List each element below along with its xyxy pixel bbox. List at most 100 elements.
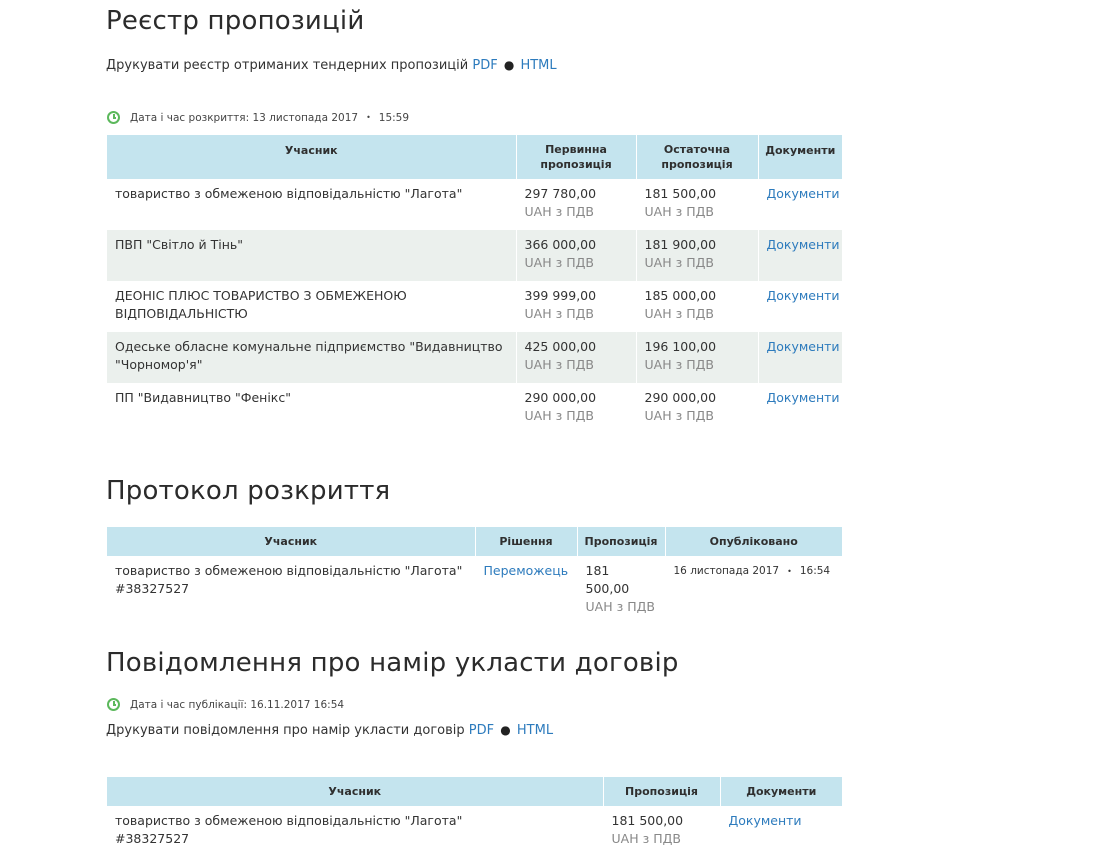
participant-cell: товариство з обмеженою відповідальністю … xyxy=(107,556,476,622)
amount: 181 500,00 xyxy=(644,186,717,201)
participant-name: ПВП "Світло й Тінь" xyxy=(107,230,517,281)
registry-title: Реєстр пропозицій xyxy=(106,6,365,36)
notice-print-text: Друкувати повідомлення про намір укласти… xyxy=(106,723,465,738)
amount: 297 780,00 xyxy=(524,186,597,201)
initial-offer: 399 999,00 UAH з ПДВ xyxy=(516,281,637,332)
bullet-icon: ● xyxy=(500,723,511,737)
offer-cell: 181 500,00 UAH з ПДВ xyxy=(603,806,721,857)
publication-datetime: Дата і час публікації: 16.11.2017 16:54 xyxy=(107,698,344,711)
col-documents: Документи xyxy=(758,135,842,179)
opening-date-label: Дата і час розкриття: 13 листопада 2017 xyxy=(130,111,359,124)
currency: UAH з ПДВ xyxy=(644,357,714,372)
amount: 290 000,00 xyxy=(644,390,717,405)
participant-name: товариство з обмеженою відповідальністю … xyxy=(115,563,463,578)
offer-cell: 181 500,00 UAH з ПДВ xyxy=(577,556,666,622)
currency: UAH з ПДВ xyxy=(524,204,594,219)
notice-header-row: Учасник Пропозиція Документи xyxy=(107,777,842,806)
documents-link[interactable]: Документи xyxy=(767,390,840,405)
currency: UAH з ПДВ xyxy=(644,408,714,423)
final-offer: 181 900,00 UAH з ПДВ xyxy=(636,230,759,281)
currency: UAH з ПДВ xyxy=(524,357,594,372)
participant-name: ДЕОНІС ПЛЮС ТОВАРИСТВО З ОБМЕЖЕНОЮ ВІДПО… xyxy=(107,281,517,332)
amount: 181 900,00 xyxy=(644,237,717,252)
clock-icon xyxy=(107,698,120,711)
documents-link[interactable]: Документи xyxy=(729,813,802,828)
initial-offer: 290 000,00 UAH з ПДВ xyxy=(516,383,637,434)
col-initial-offer: Первинна пропозиція xyxy=(516,135,637,179)
documents-link[interactable]: Документи xyxy=(767,237,840,252)
initial-offer: 425 000,00 UAH з ПДВ xyxy=(516,332,637,383)
final-offer: 185 000,00 UAH з ПДВ xyxy=(636,281,759,332)
amount: 366 000,00 xyxy=(524,237,597,252)
winner-link[interactable]: Переможець xyxy=(484,563,569,578)
separator-dot: • xyxy=(787,567,792,576)
registry-print-line: Друкувати реєстр отриманих тендерних про… xyxy=(106,58,557,73)
amount: 425 000,00 xyxy=(524,339,597,354)
decision-cell: Переможець xyxy=(475,556,578,622)
notice-table: Учасник Пропозиція Документи товариство … xyxy=(107,777,842,857)
bullet-icon: ● xyxy=(503,58,515,72)
currency: UAH з ПДВ xyxy=(524,306,594,321)
documents-cell: Документи xyxy=(758,179,842,230)
currency: UAH з ПДВ xyxy=(644,306,714,321)
notice-html-link[interactable]: HTML xyxy=(517,723,553,738)
documents-link[interactable]: Документи xyxy=(767,186,840,201)
participant-code: #38327527 xyxy=(115,581,190,596)
notice-print-line: Друкувати повідомлення про намір укласти… xyxy=(106,723,553,738)
notice-pdf-link[interactable]: PDF xyxy=(469,723,494,738)
publication-date-label: Дата і час публікації: 16.11.2017 16:54 xyxy=(130,698,345,711)
registry-html-link[interactable]: HTML xyxy=(520,58,556,73)
table-row: ДЕОНІС ПЛЮС ТОВАРИСТВО З ОБМЕЖЕНОЮ ВІДПО… xyxy=(107,281,842,332)
documents-link[interactable]: Документи xyxy=(767,339,840,354)
col-decision: Рішення xyxy=(475,527,578,556)
final-offer: 181 500,00 UAH з ПДВ xyxy=(636,179,759,230)
currency: UAH з ПДВ xyxy=(524,255,594,270)
currency: UAH з ПДВ xyxy=(524,408,594,423)
currency: UAH з ПДВ xyxy=(611,831,681,846)
col-documents: Документи xyxy=(720,777,842,806)
col-offer: Пропозиція xyxy=(577,527,666,556)
table-row: товариство з обмеженою відповідальністю … xyxy=(107,179,842,230)
documents-link[interactable]: Документи xyxy=(767,288,840,303)
opening-datetime: Дата і час розкриття: 13 листопада 2017 … xyxy=(107,111,409,124)
amount: 185 000,00 xyxy=(644,288,717,303)
col-published: Опубліковано xyxy=(665,527,842,556)
col-participant: Учасник xyxy=(107,527,476,556)
participant-cell: товариство з обмеженою відповідальністю … xyxy=(107,806,604,857)
documents-cell: Документи xyxy=(758,281,842,332)
published-cell: 16 листопада 2017 • 16:54 xyxy=(665,556,842,622)
registry-table: Учасник Первинна пропозиція Остаточна пр… xyxy=(107,135,842,434)
currency: UAH з ПДВ xyxy=(585,599,655,614)
table-row: товариство з обмеженою відповідальністю … xyxy=(107,806,842,857)
participant-name: товариство з обмеженою відповідальністю … xyxy=(107,179,517,230)
documents-cell: Документи xyxy=(720,806,842,857)
participant-name: товариство з обмеженою відповідальністю … xyxy=(115,813,463,828)
col-participant: Учасник xyxy=(107,135,517,179)
registry-pdf-link[interactable]: PDF xyxy=(472,58,497,73)
participant-name: Одеське обласне комунальне підприємство … xyxy=(107,332,517,383)
col-participant: Учасник xyxy=(107,777,604,806)
currency: UAH з ПДВ xyxy=(644,204,714,219)
amount: 196 100,00 xyxy=(644,339,717,354)
documents-cell: Документи xyxy=(758,332,842,383)
participant-name: ПП "Видавництво "Фенікс" xyxy=(107,383,517,434)
initial-offer: 297 780,00 UAH з ПДВ xyxy=(516,179,637,230)
final-offer: 196 100,00 UAH з ПДВ xyxy=(636,332,759,383)
registry-print-text: Друкувати реєстр отриманих тендерних про… xyxy=(106,58,469,73)
participant-code: #38327527 xyxy=(115,831,190,846)
table-row: ПП "Видавництво "Фенікс" 290 000,00 UAH з… xyxy=(107,383,842,434)
amount: 181 500,00 xyxy=(611,813,684,828)
amount: 290 000,00 xyxy=(524,390,597,405)
table-row: товариство з обмеженою відповідальністю … xyxy=(107,556,842,622)
published-date: 16 листопада 2017 xyxy=(673,565,780,577)
currency: UAH з ПДВ xyxy=(644,255,714,270)
final-offer: 290 000,00 UAH з ПДВ xyxy=(636,383,759,434)
documents-cell: Документи xyxy=(758,230,842,281)
col-offer: Пропозиція xyxy=(603,777,721,806)
table-row: ПВП "Світло й Тінь" 366 000,00 UAH з ПДВ … xyxy=(107,230,842,281)
col-final-offer: Остаточна пропозиція xyxy=(636,135,759,179)
amount: 399 999,00 xyxy=(524,288,597,303)
clock-icon xyxy=(107,111,120,124)
notice-title: Повідомлення про намір укласти договір xyxy=(106,648,679,678)
initial-offer: 366 000,00 UAH з ПДВ xyxy=(516,230,637,281)
